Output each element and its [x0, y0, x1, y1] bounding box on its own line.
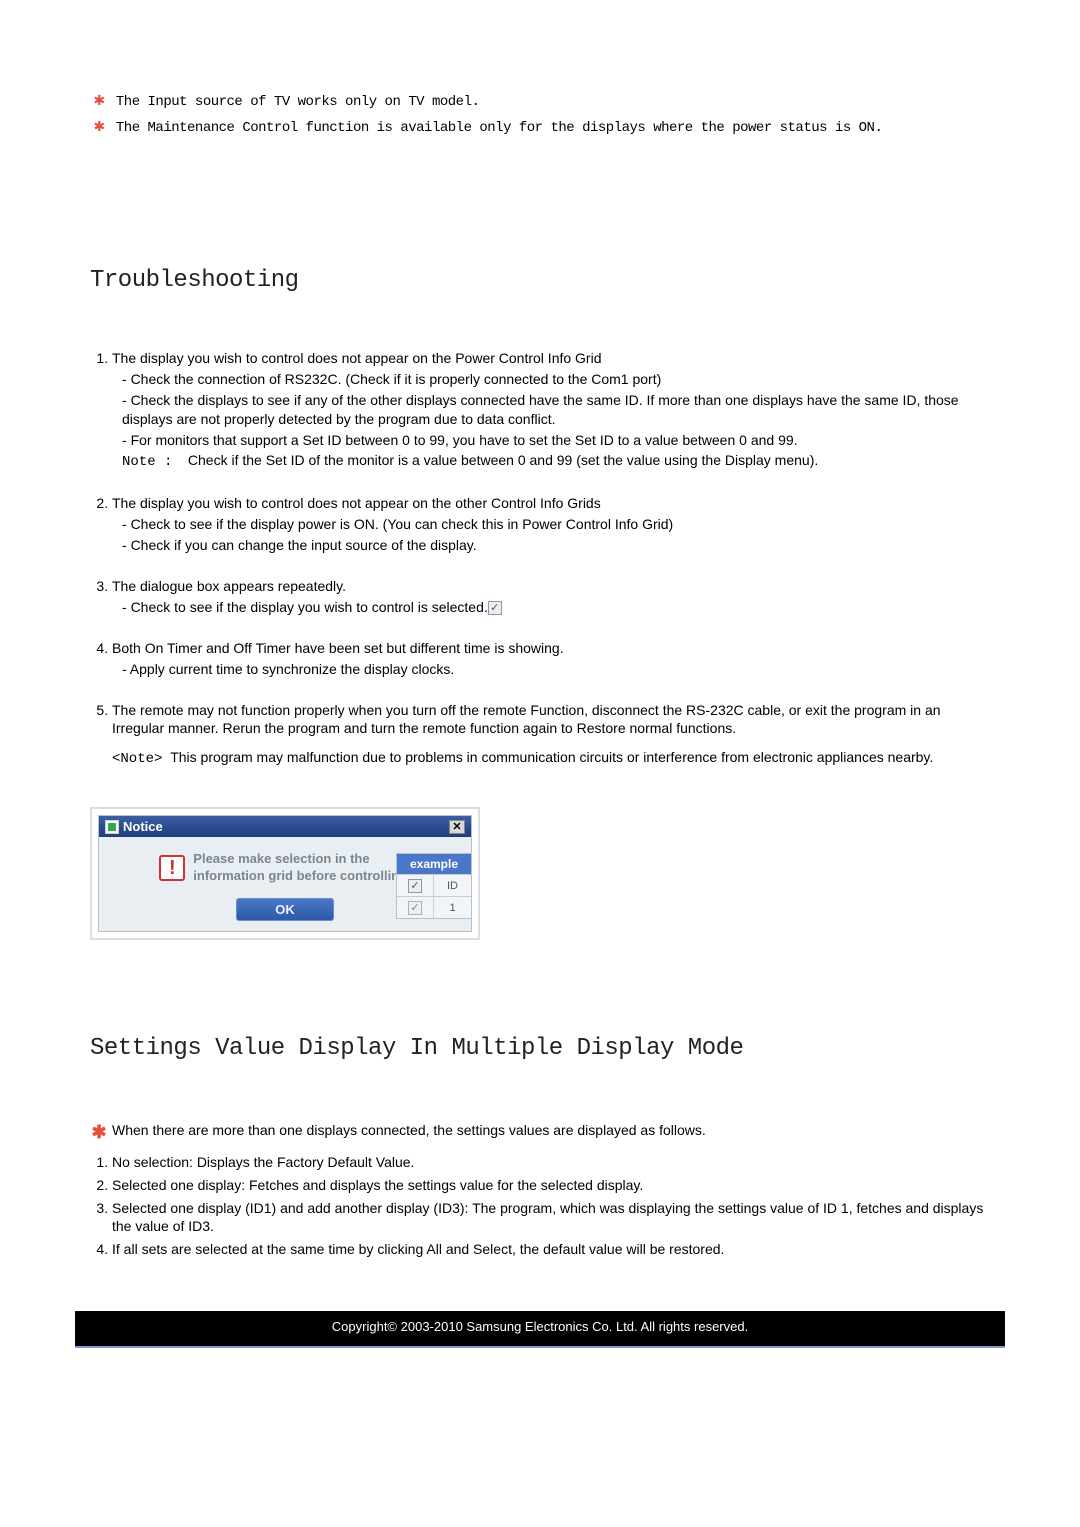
- ts-sub: - Check the displays to see if any of th…: [122, 391, 990, 429]
- ts-item-4-text: Both On Timer and Off Timer have been se…: [112, 640, 564, 656]
- ts-sub: - Check if you can change the input sour…: [122, 536, 990, 555]
- troubleshooting-list: The display you wish to control does not…: [90, 349, 990, 769]
- top-note-text: The Input source of TV works only on TV …: [116, 94, 479, 110]
- troubleshooting-heading: Troubleshooting: [90, 267, 990, 294]
- ts-item-2: The display you wish to control does not…: [112, 494, 990, 555]
- ts-sub-text: Check to see if the display you wish to …: [131, 599, 488, 615]
- sv-intro: ✱ When there are more than one displays …: [90, 1122, 990, 1143]
- ts-item-5-text: The remote may not function properly whe…: [112, 702, 941, 737]
- ts-sub: - Check the connection of RS232C. (Check…: [122, 370, 990, 389]
- example-header: example: [397, 854, 471, 874]
- copyright-footer: Copyright© 2003-2010 Samsung Electronics…: [75, 1311, 1005, 1348]
- checkbox-icon: ✓: [408, 879, 422, 893]
- example-checkbox-cell: ✓: [397, 896, 434, 918]
- checkbox-icon: ✓: [488, 601, 502, 615]
- ts-item-3: The dialogue box appears repeatedly. - C…: [112, 577, 990, 617]
- notice-msg-line2: information grid before controlling.: [193, 868, 410, 883]
- ts-item-1-text: The display you wish to control does not…: [112, 350, 602, 366]
- sv-item: Selected one display (ID1) and add anoth…: [112, 1199, 990, 1237]
- note-label: <Note>: [112, 751, 162, 767]
- example-id-header: ID: [434, 874, 471, 896]
- checkbox-icon: ✓: [408, 901, 422, 915]
- ts-sub: - For monitors that support a Set ID bet…: [122, 431, 990, 450]
- ts-note: Note : Check if the Set ID of the monito…: [122, 451, 990, 472]
- ts-item-2-text: The display you wish to control does not…: [112, 495, 601, 511]
- sv-item: If all sets are selected at the same tim…: [112, 1240, 990, 1259]
- ts-sub-text: Apply current time to synchronize the di…: [130, 661, 454, 677]
- note-label: Note :: [122, 453, 184, 472]
- ts-sub-text: Check to see if the display power is ON.…: [131, 516, 674, 532]
- star-icon: ✱: [90, 89, 108, 111]
- ts-block-note: <Note> This program may malfunction due …: [112, 748, 990, 769]
- star-icon: ✱: [90, 1122, 108, 1143]
- ts-sub-text: Check the connection of RS232C. (Check i…: [131, 371, 662, 387]
- ts-item-5: The remote may not function properly whe…: [112, 701, 990, 770]
- ts-item-3-text: The dialogue box appears repeatedly.: [112, 578, 346, 594]
- close-icon[interactable]: ✕: [449, 820, 465, 834]
- ts-sub-text: For monitors that support a Set ID betwe…: [131, 432, 798, 448]
- top-note-text: The Maintenance Control function is avai…: [116, 120, 882, 136]
- ts-sub-text: Check the displays to see if any of the …: [122, 392, 959, 427]
- ts-sub: - Check to see if the display power is O…: [122, 515, 990, 534]
- ok-button[interactable]: OK: [236, 898, 334, 921]
- ts-item-4: Both On Timer and Off Timer have been se…: [112, 639, 990, 679]
- note-text: This program may malfunction due to prob…: [170, 749, 933, 765]
- top-note-row: ✱ The Input source of TV works only on T…: [90, 89, 990, 111]
- example-checkbox-header: ✓: [397, 874, 434, 896]
- notice-figure: Notice ✕ ! Please make selection in the …: [90, 807, 990, 940]
- notice-msg-line1: Please make selection in the: [193, 851, 369, 866]
- sv-item: No selection: Displays the Factory Defau…: [112, 1153, 990, 1172]
- sv-intro-text: When there are more than one displays co…: [112, 1122, 706, 1138]
- top-notes: ✱ The Input source of TV works only on T…: [90, 89, 990, 137]
- sv-item: Selected one display: Fetches and displa…: [112, 1176, 990, 1195]
- settings-value-list: No selection: Displays the Factory Defau…: [90, 1153, 990, 1259]
- ts-sub: - Apply current time to synchronize the …: [122, 660, 990, 679]
- settings-value-heading: Settings Value Display In Multiple Displ…: [90, 1035, 990, 1062]
- top-note-row: ✱ The Maintenance Control function is av…: [90, 115, 990, 137]
- exclamation-icon: !: [159, 855, 185, 881]
- notice-title-text: Notice: [123, 819, 163, 834]
- ts-item-1: The display you wish to control does not…: [112, 349, 990, 472]
- example-panel: example ✓ ID ✓ 1: [396, 853, 472, 919]
- window-icon: [105, 820, 119, 834]
- notice-titlebar: Notice ✕: [99, 816, 471, 837]
- example-id-cell: 1: [434, 896, 471, 918]
- ts-sub-text: Check if you can change the input source…: [131, 537, 477, 553]
- note-text: Check if the Set ID of the monitor is a …: [188, 452, 818, 468]
- ts-sub: - Check to see if the display you wish t…: [122, 598, 990, 617]
- star-icon: ✱: [90, 115, 108, 137]
